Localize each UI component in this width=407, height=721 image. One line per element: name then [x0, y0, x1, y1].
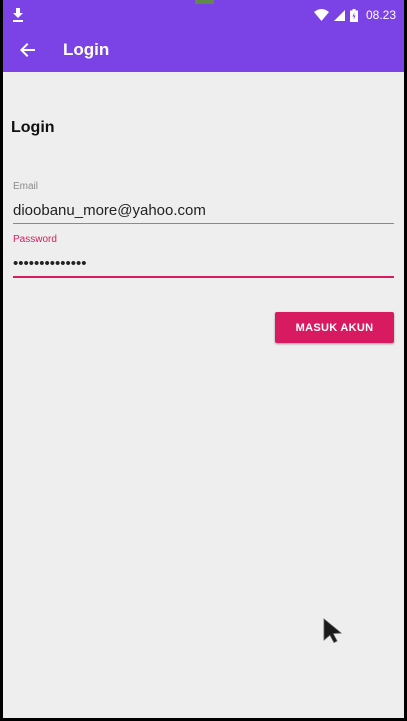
status-bar: 08.23: [3, 0, 404, 30]
battery-icon: [349, 8, 358, 22]
email-underline: [13, 223, 394, 224]
email-label: Email: [13, 181, 39, 192]
password-input[interactable]: [13, 253, 394, 273]
login-button[interactable]: MASUK AKUN: [275, 312, 394, 343]
status-icons: 08.23: [313, 6, 396, 24]
app-bar: Login: [3, 30, 404, 72]
app-bar-title: Login: [63, 40, 110, 59]
password-field: Password: [13, 234, 394, 278]
page-title: Login: [11, 119, 55, 136]
email-field: Email: [13, 181, 394, 224]
password-underline: [13, 276, 394, 278]
signal-icon: [333, 9, 345, 21]
password-label: Password: [13, 234, 57, 245]
app-screen: 08.23 Login Login Email Password MASUK A…: [3, 0, 404, 718]
arrow-back-icon[interactable]: [18, 40, 38, 60]
wifi-icon: [313, 9, 329, 21]
email-input[interactable]: [13, 200, 394, 220]
download-icon: [13, 8, 23, 22]
mouse-cursor-icon: [323, 618, 343, 643]
status-time: 08.23: [365, 8, 396, 22]
status-notch: [195, 0, 214, 4]
